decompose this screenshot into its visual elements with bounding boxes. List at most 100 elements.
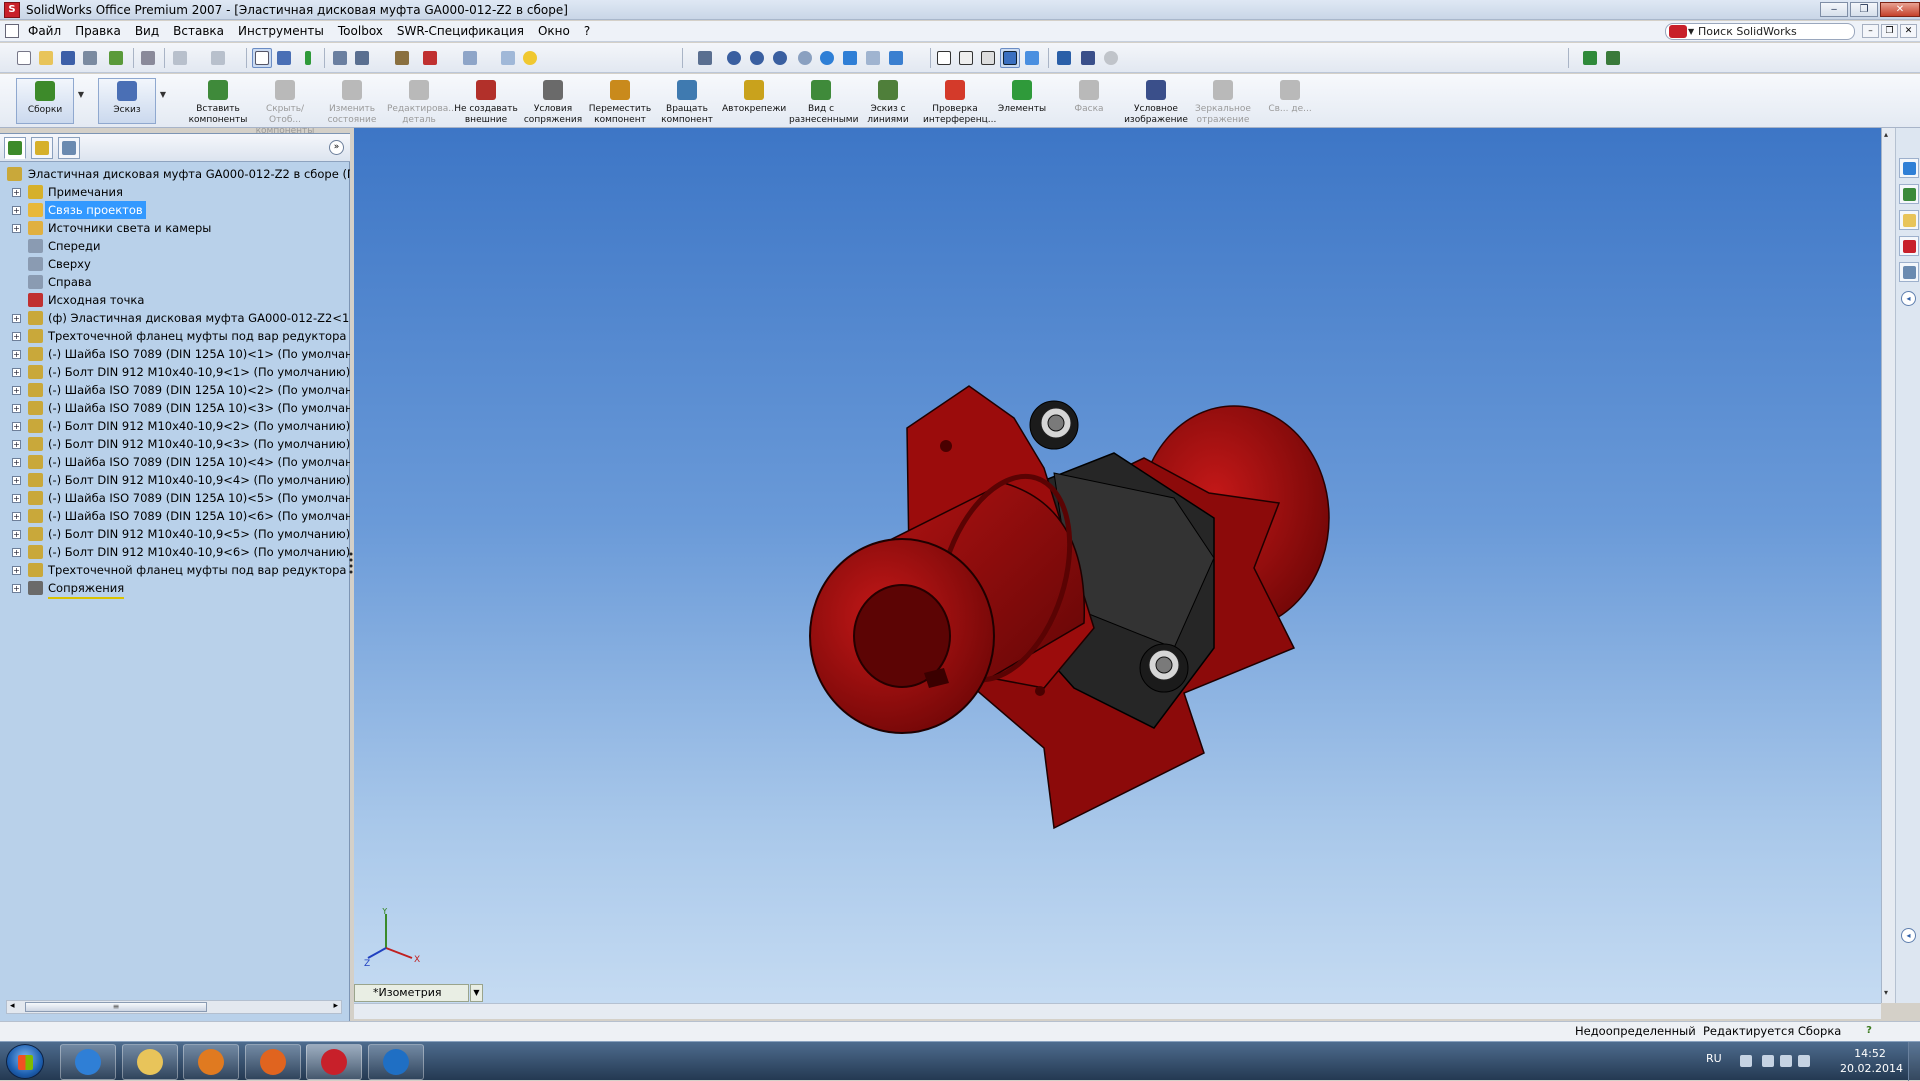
view-orientation-label[interactable]: *Изометрия [354, 984, 469, 1002]
command-button[interactable]: Эскиз с линиями [856, 78, 920, 126]
select-pointer-icon[interactable] [252, 48, 272, 68]
expand-icon[interactable]: + [12, 584, 21, 593]
command-button[interactable]: Элементы [990, 78, 1054, 126]
rotate-view-icon[interactable] [817, 48, 837, 68]
tree-item[interactable]: + (-) Болт DIN 912 M10x40-10,9<6> (По умо… [0, 543, 350, 561]
menu-edit[interactable]: Правка [75, 24, 121, 38]
wireframe-icon[interactable] [934, 48, 954, 68]
show-hidden-icons-icon[interactable] [1740, 1055, 1752, 1067]
section-view-icon[interactable] [1078, 48, 1098, 68]
tree-item[interactable]: + (-) Болт DIN 912 M10x40-10,9<4> (По умо… [0, 471, 350, 489]
expand-icon[interactable]: + [12, 566, 21, 575]
menu-view[interactable]: Вид [135, 24, 159, 38]
solidworks-resources-icon[interactable] [1899, 158, 1919, 178]
sheet-icon[interactable] [498, 48, 518, 68]
command-button[interactable]: Вставить компоненты [186, 78, 250, 126]
hidden-lines-visible-icon[interactable] [956, 48, 976, 68]
rebuild-icon[interactable] [106, 48, 126, 68]
graphics-area[interactable]: Y X Z *Изометрия ▼ [354, 128, 1881, 1003]
tree-item[interactable]: + Трехточечной фланец муфты под вар редук… [0, 561, 350, 579]
save-icon[interactable] [58, 48, 78, 68]
traffic-light-icon[interactable] [298, 48, 318, 68]
dimension-icon[interactable] [352, 48, 372, 68]
grid-icon[interactable] [330, 48, 350, 68]
command-button[interactable]: Зеркальное отражение [1191, 78, 1255, 126]
tree-root[interactable]: Эластичная дисковая муфта GA000-012-Z2 в… [0, 165, 350, 183]
command-button[interactable]: Условное изображение [1124, 78, 1188, 126]
design-library-icon[interactable] [1899, 184, 1919, 204]
expand-icon[interactable]: + [12, 548, 21, 557]
doc-close-button[interactable]: ✕ [1900, 24, 1917, 38]
view-layout-icon[interactable] [460, 48, 480, 68]
expand-icon[interactable]: + [12, 530, 21, 539]
expand-icon[interactable]: + [12, 512, 21, 521]
file-explorer-icon[interactable] [1899, 210, 1919, 230]
tree-item[interactable]: + (-) Шайба ISO 7089 (DIN 125A 10)<6> (По… [0, 507, 350, 525]
command-button[interactable]: Не создавать внешние [454, 78, 518, 126]
command-button[interactable]: Фаска [1057, 78, 1121, 126]
shaded-icon[interactable] [1022, 48, 1042, 68]
collapse-task-pane-icon[interactable]: ◂ [1901, 291, 1916, 306]
expand-icon[interactable]: + [12, 206, 21, 215]
standard-views-icon[interactable] [863, 48, 883, 68]
volume-icon[interactable] [1798, 1055, 1810, 1067]
select-filter-icon[interactable] [274, 48, 294, 68]
photoworks-icon[interactable] [1580, 48, 1600, 68]
command-button[interactable]: Автокрепежи [722, 78, 786, 126]
scroll-thumb[interactable]: ≡ [25, 1002, 207, 1012]
expand-icon[interactable]: + [12, 458, 21, 467]
show-desktop-button[interactable] [1908, 1042, 1920, 1081]
viewport-horizontal-scrollbar[interactable] [354, 1003, 1881, 1019]
hidden-lines-removed-icon[interactable] [978, 48, 998, 68]
print-icon[interactable] [80, 48, 100, 68]
coupling-assembly-model[interactable] [354, 128, 1881, 1003]
shadows-icon[interactable] [1054, 48, 1074, 68]
scroll-left-icon[interactable]: ◂ [10, 1001, 15, 1011]
chevron-down-icon[interactable]: ▼ [160, 89, 166, 100]
command-button[interactable]: Редактирова... деталь [387, 78, 457, 126]
tree-item[interactable]: + Сопряжения [0, 579, 350, 599]
undo-icon[interactable] [170, 48, 190, 68]
solidworks-app-icon[interactable]: S [4, 2, 20, 18]
tree-item[interactable]: + (-) Болт DIN 912 M10x40-10,9<2> (По умо… [0, 417, 350, 435]
minimize-button[interactable]: ‒ [1820, 2, 1848, 17]
tree-item[interactable]: + (-) Шайба ISO 7089 (DIN 125A 10)<1> (По… [0, 345, 350, 363]
part-color-icon[interactable] [420, 48, 440, 68]
tree-item[interactable]: Справа [0, 273, 350, 291]
viewport-vertical-scrollbar[interactable]: ▴ ▾ [1882, 128, 1896, 1003]
tree-item[interactable]: + (-) Шайба ISO 7089 (DIN 125A 10)<3> (По… [0, 399, 350, 417]
tree-item[interactable]: Спереди [0, 237, 350, 255]
zoom-selection-icon[interactable] [795, 48, 815, 68]
bolt-upper[interactable] [1029, 400, 1079, 450]
menu-tools[interactable]: Инструменты [238, 24, 324, 38]
menu-insert[interactable]: Вставка [173, 24, 224, 38]
tab-feature-manager[interactable] [4, 137, 26, 159]
command-button[interactable]: Вид с разнесенными [789, 78, 858, 126]
expand-icon[interactable]: + [12, 332, 21, 341]
zoom-in-out-icon[interactable] [770, 48, 790, 68]
sketch-mode-button[interactable]: Эскиз ▼ [98, 78, 166, 124]
chevron-down-icon[interactable]: ▼ [470, 984, 483, 1002]
assembly-mode-button[interactable]: Сборки ▼ [16, 78, 84, 124]
tree-item[interactable]: + (-) Болт DIN 912 M10x40-10,9<5> (По умо… [0, 525, 350, 543]
sketch-select-icon[interactable] [695, 48, 715, 68]
expand-icon[interactable]: + [12, 224, 21, 233]
expand-icon[interactable]: + [12, 440, 21, 449]
tree-item[interactable]: Сверху [0, 255, 350, 273]
command-button[interactable]: Изменить состояние [320, 78, 384, 126]
scroll-down-icon[interactable]: ▾ [1884, 988, 1888, 997]
clock[interactable]: 14:52 20.02.2014 [1840, 1046, 1903, 1076]
render-icon[interactable] [1101, 48, 1121, 68]
network-icon[interactable] [1780, 1055, 1792, 1067]
taskbar-app-button[interactable] [245, 1044, 301, 1080]
expand-task-pane-icon[interactable]: ◂ [1901, 928, 1916, 943]
command-button[interactable]: Переместить компонент [588, 78, 652, 126]
menu-file[interactable]: Файл [28, 24, 61, 38]
tab-configuration-manager[interactable] [58, 137, 80, 159]
taskbar-app-button[interactable] [60, 1044, 116, 1080]
new-file-icon[interactable] [14, 48, 34, 68]
command-button[interactable]: Условия сопряжения [521, 78, 585, 126]
view-palette-icon[interactable] [1899, 262, 1919, 282]
expand-icon[interactable]: + [12, 368, 21, 377]
zoom-area-icon[interactable] [747, 48, 767, 68]
